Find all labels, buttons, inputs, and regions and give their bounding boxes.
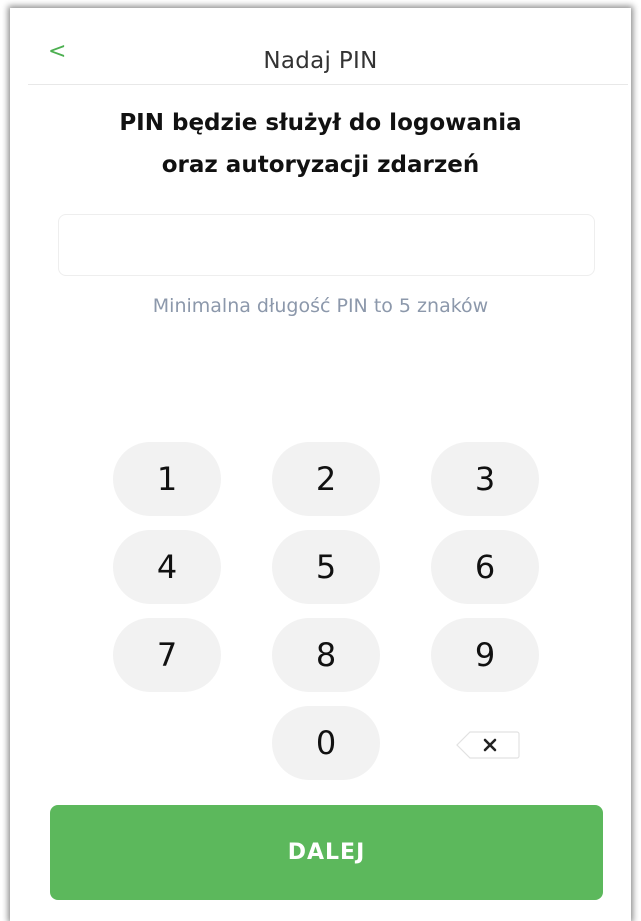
key-5[interactable]: 5 <box>272 530 380 604</box>
key-6[interactable]: 6 <box>431 530 539 604</box>
page-title: Nadaj PIN <box>263 48 378 74</box>
key-7[interactable]: 7 <box>113 618 221 692</box>
header: < Nadaj PIN <box>10 8 631 82</box>
instruction-heading: PIN będzie służył do logowania oraz auto… <box>10 102 631 186</box>
pin-input[interactable] <box>58 214 595 276</box>
header-divider <box>28 84 628 85</box>
key-8[interactable]: 8 <box>272 618 380 692</box>
key-3[interactable]: 3 <box>431 442 539 516</box>
backspace-icon <box>456 731 520 759</box>
instruction-line-2: oraz autoryzacji zdarzeń <box>161 152 480 178</box>
key-9[interactable]: 9 <box>431 618 539 692</box>
screen: < Nadaj PIN PIN będzie służył do logowan… <box>10 8 631 921</box>
key-4[interactable]: 4 <box>113 530 221 604</box>
key-2[interactable]: 2 <box>272 442 380 516</box>
backspace-key[interactable] <box>456 731 520 759</box>
next-button[interactable]: DALEJ <box>50 805 603 900</box>
instruction-line-1: PIN będzie służył do logowania <box>119 110 522 136</box>
key-0[interactable]: 0 <box>272 706 380 780</box>
key-1[interactable]: 1 <box>113 442 221 516</box>
pin-length-hint: Minimalna długość PIN to 5 znaków <box>152 295 489 317</box>
